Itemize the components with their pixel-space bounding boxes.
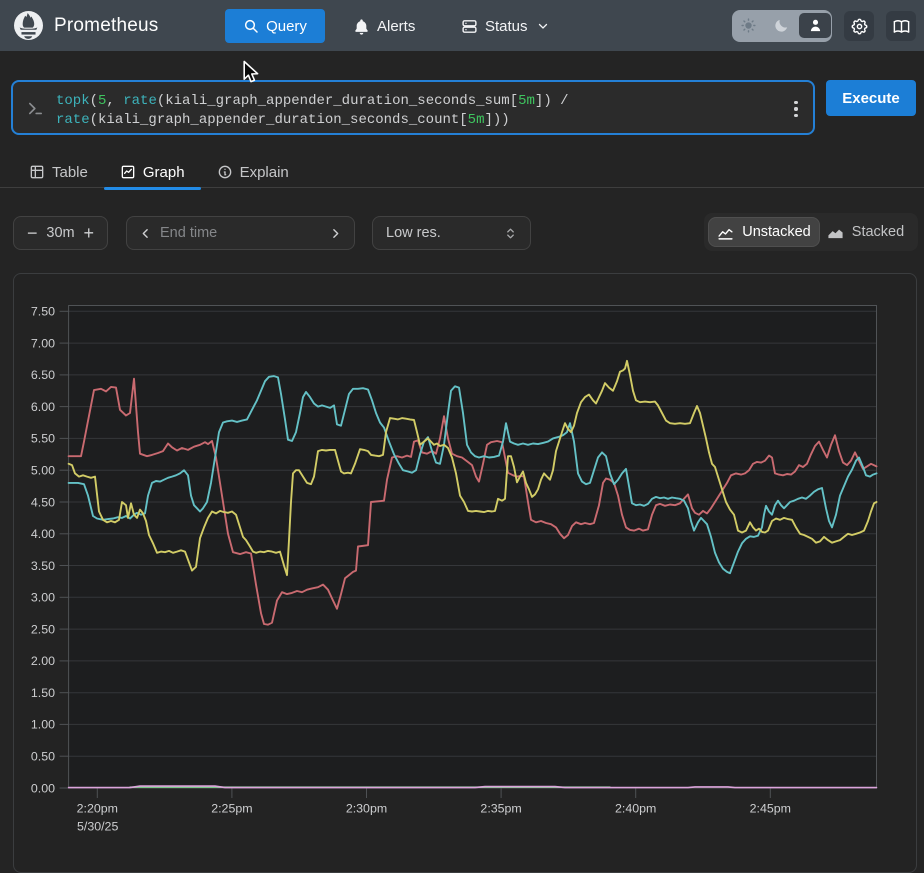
svg-text:6.00: 6.00 [31, 400, 55, 414]
svg-text:0.00: 0.00 [31, 781, 55, 795]
svg-text:5.50: 5.50 [31, 432, 55, 446]
svg-text:5/30/25: 5/30/25 [77, 820, 118, 834]
svg-text:2:25pm: 2:25pm [211, 802, 252, 816]
svg-text:7.00: 7.00 [31, 336, 55, 350]
svg-text:2.00: 2.00 [31, 654, 55, 668]
svg-text:2:30pm: 2:30pm [346, 802, 387, 816]
svg-text:7.50: 7.50 [31, 305, 55, 319]
svg-text:3.50: 3.50 [31, 559, 55, 573]
svg-text:5.00: 5.00 [31, 464, 55, 478]
svg-text:0.50: 0.50 [31, 750, 55, 764]
svg-text:2:40pm: 2:40pm [615, 802, 656, 816]
svg-text:1.00: 1.00 [31, 718, 55, 732]
svg-text:2:20pm: 2:20pm [77, 802, 118, 816]
svg-text:4.00: 4.00 [31, 527, 55, 541]
svg-text:4.50: 4.50 [31, 495, 55, 509]
svg-text:2.50: 2.50 [31, 622, 55, 636]
svg-text:1.50: 1.50 [31, 686, 55, 700]
svg-text:6.50: 6.50 [31, 368, 55, 382]
svg-text:2:35pm: 2:35pm [480, 802, 521, 816]
svg-text:2:45pm: 2:45pm [750, 802, 791, 816]
svg-text:3.00: 3.00 [31, 591, 55, 605]
